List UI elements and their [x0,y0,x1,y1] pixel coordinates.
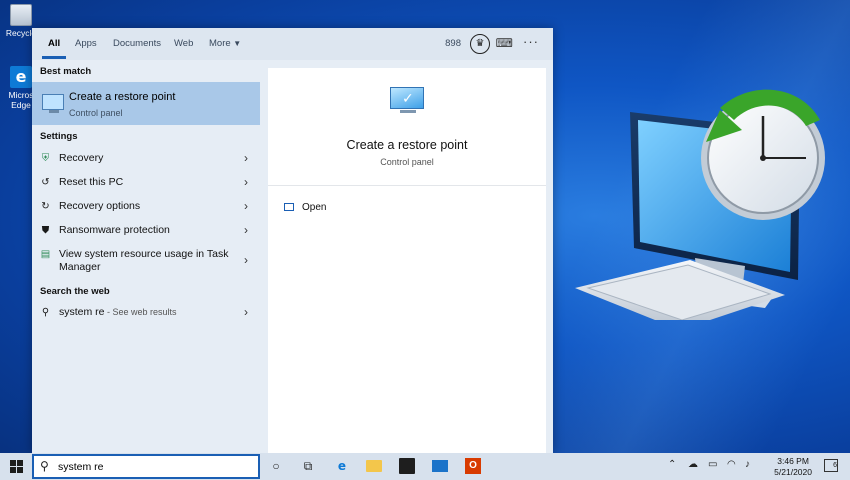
search-web-heading: Search the web [40,286,110,297]
cortana-icon[interactable]: ○ [268,458,284,474]
clock-date: 5/21/2020 [774,467,812,477]
wifi-icon[interactable]: ◠ [727,459,736,470]
web-search-suffix: - See web results [104,307,177,317]
tab-apps[interactable]: Apps [75,38,97,49]
volume-icon[interactable]: ♪ [745,459,750,470]
search-filter-tabs: All Apps Documents Web More ▼ 898 ♛ ⌨ ··… [32,28,553,60]
reset-icon: ↺ [41,177,50,188]
tab-documents[interactable]: Documents [113,38,161,49]
chevron-up-icon[interactable]: ⌃ [668,459,676,470]
tab-all[interactable]: All [48,38,60,49]
best-match-heading: Best match [40,66,92,77]
result-preview-pane: ✓ Create a restore point Control panel O… [268,68,546,453]
results-list: Best match Create a restore point Contro… [32,60,260,453]
start-search-panel: All Apps Documents Web More ▼ 898 ♛ ⌨ ··… [32,28,553,453]
task-manager-icon: ▤ [40,249,51,260]
battery-icon[interactable]: ▭ [708,459,717,470]
result-recovery[interactable]: ⛨ Recovery › [32,147,260,171]
recovery-icon: ⛨ [41,153,50,164]
reward-points: 898 [445,38,461,49]
notification-count: 6 [833,462,837,469]
open-label: Open [302,202,327,213]
best-match-result[interactable]: Create a restore point Control panel [32,82,260,125]
shield-icon: ⛊ [41,225,50,236]
preview-header: ✓ Create a restore point Control panel [268,68,546,186]
preview-title: Create a restore point [346,138,468,152]
result-recovery-options[interactable]: ↻ Recovery options › [32,195,260,219]
active-tab-indicator [42,56,66,59]
result-ransomware-protection[interactable]: ⛊ Ransomware protection › [32,219,260,243]
best-match-title: Create a restore point [69,91,176,103]
taskbar-search-box[interactable]: ⚲ [32,454,260,479]
tab-more-label: More [209,38,231,49]
taskbar: ⚲ ○ ⧉ e O ⌃ ☁ ▭ ◠ ♪ 3:46 PM 5/21/2020 6 [0,453,850,480]
result-web-search[interactable]: ⚲ system re - See web results › [32,301,260,325]
chevron-right-icon[interactable]: › [244,223,248,237]
file-explorer-icon[interactable] [366,460,382,472]
web-search-text: system re - See web results [59,306,177,319]
settings-heading: Settings [40,131,78,142]
result-recovery-label: Recovery [59,152,104,164]
rewards-trophy-icon[interactable]: ♛ [470,34,490,54]
onedrive-icon[interactable]: ☁ [688,459,698,470]
task-view-icon[interactable]: ⧉ [300,458,316,474]
restore-point-illustration [575,89,825,320]
chevron-right-icon[interactable]: › [244,199,248,213]
open-action[interactable]: Open [284,202,326,213]
result-reset-label: Reset this PC [59,176,124,188]
office-icon[interactable]: O [465,458,481,474]
open-icon [284,203,294,211]
search-icon: ⚲ [41,307,50,318]
action-center-icon[interactable]: 6 [824,459,838,472]
tab-web[interactable]: Web [174,38,193,49]
restore-point-app-icon [42,94,64,113]
web-search-query: system re [59,306,105,318]
recovery-options-icon: ↻ [41,201,50,212]
search-input[interactable] [58,459,248,475]
preview-subtitle: Control panel [380,157,434,167]
search-icon: ⚲ [40,459,49,473]
chevron-right-icon[interactable]: › [244,151,248,165]
chevron-right-icon[interactable]: › [244,253,248,267]
result-recovery-options-label: Recovery options [59,200,141,212]
best-match-subtitle: Control panel [69,108,123,118]
result-reset-this-pc[interactable]: ↺ Reset this PC › [32,171,260,195]
edge-icon: e [10,66,32,88]
chevron-right-icon[interactable]: › [244,305,248,319]
chevron-down-icon: ▼ [233,39,242,48]
result-task-manager-label: View system resource usage in Task Manag… [59,248,229,273]
more-options-icon[interactable]: ··· [523,34,539,49]
restore-point-large-icon: ✓ [390,87,426,115]
result-ransomware-label: Ransomware protection [59,224,170,236]
store-icon[interactable] [399,458,415,474]
tab-more[interactable]: More ▼ [209,38,241,49]
windows-start-icon[interactable] [10,460,24,474]
result-task-manager[interactable]: ▤ View system resource usage in Task Man… [32,243,260,277]
recycle-bin-icon [10,4,32,26]
edge-icon[interactable]: e [334,458,350,474]
taskbar-clock[interactable]: 3:46 PM 5/21/2020 [774,456,812,478]
clock-time: 3:46 PM [777,456,809,466]
feedback-icon[interactable]: ⌨ [496,36,513,50]
mail-icon[interactable] [432,460,448,472]
chevron-right-icon[interactable]: › [244,175,248,189]
